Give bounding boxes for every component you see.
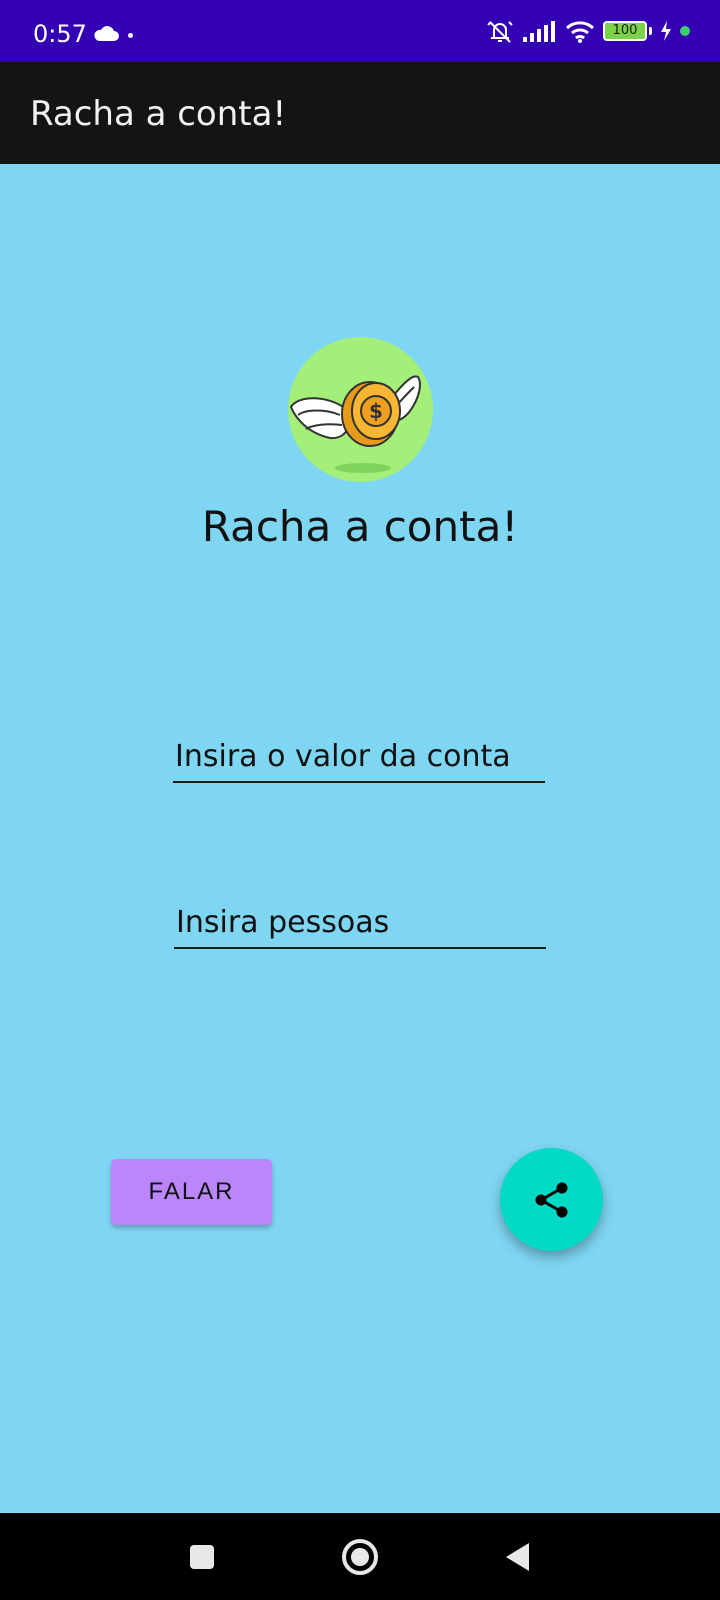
home-button[interactable] [320, 1513, 400, 1600]
green-dot-icon [680, 26, 690, 36]
recents-icon [190, 1544, 214, 1569]
status-bar: 0:57 100 [0, 0, 720, 62]
home-icon [342, 1538, 378, 1575]
recents-button[interactable] [162, 1513, 242, 1600]
falar-button[interactable]: FALAR [111, 1159, 272, 1225]
back-icon [506, 1542, 529, 1571]
valor-conta-input[interactable] [173, 735, 545, 781]
app-bar-title: Racha a conta! [30, 94, 287, 134]
svg-text:$: $ [369, 399, 383, 423]
dot-icon [128, 33, 133, 38]
back-button[interactable] [478, 1513, 558, 1600]
charging-icon [661, 21, 671, 41]
navigation-bar [0, 1513, 720, 1600]
battery-icon: 100 [603, 21, 647, 41]
app-bar: Racha a conta! [0, 62, 720, 164]
valor-field-container [173, 735, 545, 783]
pessoas-field-container [174, 901, 546, 949]
winged-coin-icon: $ [288, 337, 433, 482]
status-time: 0:57 [33, 20, 87, 48]
signal-icon [523, 21, 555, 42]
pessoas-input[interactable] [174, 901, 546, 947]
wifi-icon [565, 21, 595, 43]
share-button[interactable] [500, 1148, 603, 1251]
mute-alarm-icon [487, 21, 513, 43]
cloud-icon [94, 26, 119, 41]
page-title: Racha a conta! [201, 502, 519, 551]
share-icon [535, 1182, 567, 1217]
battery-tip [649, 27, 652, 35]
status-icons: 100 [485, 18, 690, 44]
